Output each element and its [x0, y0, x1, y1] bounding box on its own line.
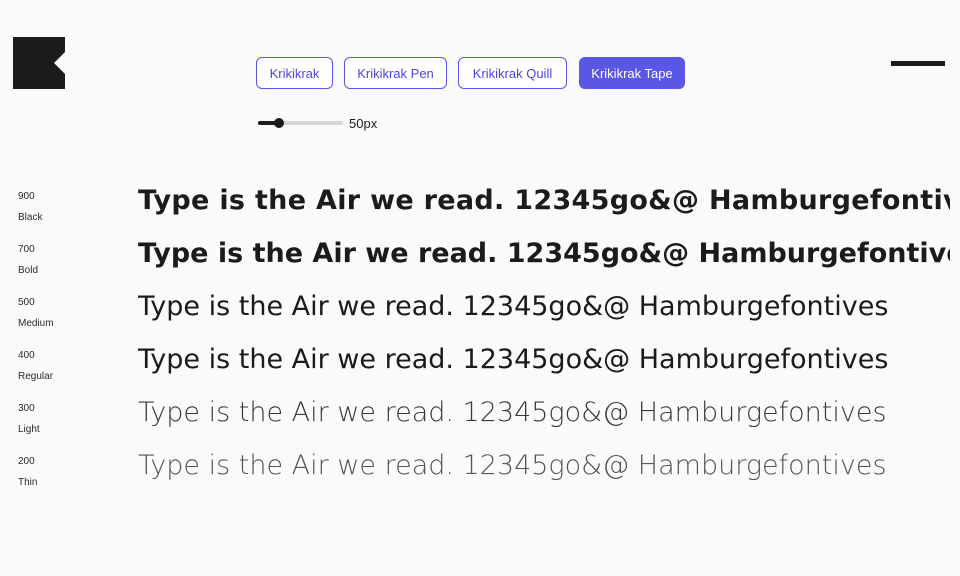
- sample-text: Type is the Air we read. 12345go&@ Hambu…: [138, 291, 889, 322]
- krikikrak-logo-icon[interactable]: [13, 37, 65, 89]
- weight-number: 700: [18, 244, 35, 255]
- weight-number: 300: [18, 403, 35, 414]
- font-size-slider[interactable]: [258, 116, 343, 130]
- weight-number: 400: [18, 350, 35, 361]
- sample-text: Type is the Air we read. 12345go&@ Hambu…: [138, 450, 887, 481]
- weight-number: 500: [18, 297, 35, 308]
- weight-name: Regular: [18, 371, 54, 382]
- weight-number: 900: [18, 191, 35, 202]
- slider-thumb[interactable]: [274, 118, 285, 128]
- tab-krikikrak[interactable]: Krikikrak: [256, 57, 333, 89]
- sample-text: Type is the Air we read. 12345go&@ Hambu…: [138, 238, 950, 269]
- weight-name: Black: [18, 212, 43, 223]
- weight-name: Bold: [18, 265, 39, 276]
- sample-text: Type is the Air we read. 12345go&@ Hambu…: [138, 185, 950, 216]
- tab-krikikrak-pen[interactable]: Krikikrak Pen: [344, 57, 447, 89]
- tab-krikikrak-quill[interactable]: Krikikrak Quill: [458, 57, 567, 89]
- weight-number: 200: [18, 456, 35, 467]
- weight-name: Thin: [18, 477, 38, 488]
- sample-text: Type is the Air we read. 12345go&@ Hambu…: [138, 344, 889, 375]
- sample-text: Type is the Air we read. 12345go&@ Hambu…: [138, 397, 887, 428]
- weight-name: Light: [18, 424, 40, 435]
- weight-name: Medium: [18, 318, 54, 329]
- weight-row-thin: 200 Thin Type is the Air we read. 12345g…: [0, 450, 960, 508]
- hamburger-menu-icon[interactable]: [891, 58, 945, 68]
- tab-krikikrak-tape[interactable]: Krikikrak Tape: [579, 57, 685, 89]
- font-size-value: 50px: [349, 116, 378, 131]
